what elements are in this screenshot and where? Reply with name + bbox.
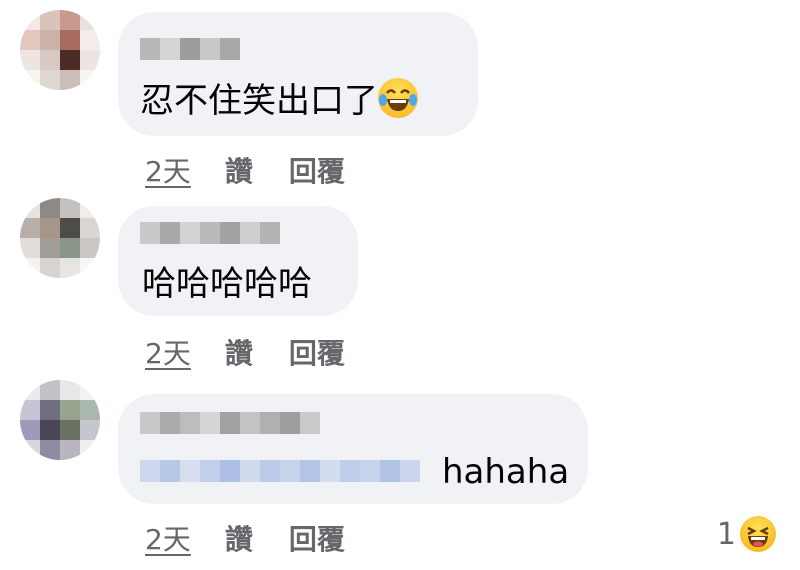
comment-text-label: 哈哈哈哈哈: [142, 264, 312, 304]
comment-text: hahaha: [442, 452, 569, 492]
timestamp-link[interactable]: 2天: [145, 518, 191, 558]
comment-text-label: hahaha: [442, 452, 570, 492]
author-name[interactable]: [140, 222, 280, 244]
comment-text: 忍不住笑出口了: [140, 78, 418, 121]
like-button[interactable]: 讚: [225, 150, 253, 190]
avatar[interactable]: [20, 10, 100, 90]
comment-actions: 2天 讚 回覆: [145, 332, 345, 372]
avatar[interactable]: [20, 198, 100, 278]
reply-button[interactable]: 回覆: [289, 150, 345, 190]
comment-actions: 2天 讚 回覆: [145, 150, 345, 190]
mentioned-user-link[interactable]: [140, 460, 420, 482]
comment-actions: 2天 讚 回覆: [145, 518, 345, 558]
reply-button[interactable]: 回覆: [289, 518, 345, 558]
reaction-count: 1: [716, 516, 736, 552]
author-name[interactable]: [140, 412, 320, 434]
comment-text-label: 忍不住笑出口了: [140, 81, 378, 121]
reply-button[interactable]: 回覆: [289, 332, 345, 372]
timestamp-link[interactable]: 2天: [145, 150, 191, 190]
author-name[interactable]: [140, 38, 240, 60]
laughing-emoji-icon: [740, 516, 776, 552]
like-button[interactable]: 讚: [225, 518, 253, 558]
reaction-summary[interactable]: 1: [717, 516, 776, 552]
comment-text: 哈哈哈哈哈: [142, 264, 312, 304]
like-button[interactable]: 讚: [225, 332, 253, 372]
tears-of-joy-emoji-icon: [378, 78, 418, 118]
avatar[interactable]: [20, 380, 100, 460]
timestamp-link[interactable]: 2天: [145, 332, 191, 372]
